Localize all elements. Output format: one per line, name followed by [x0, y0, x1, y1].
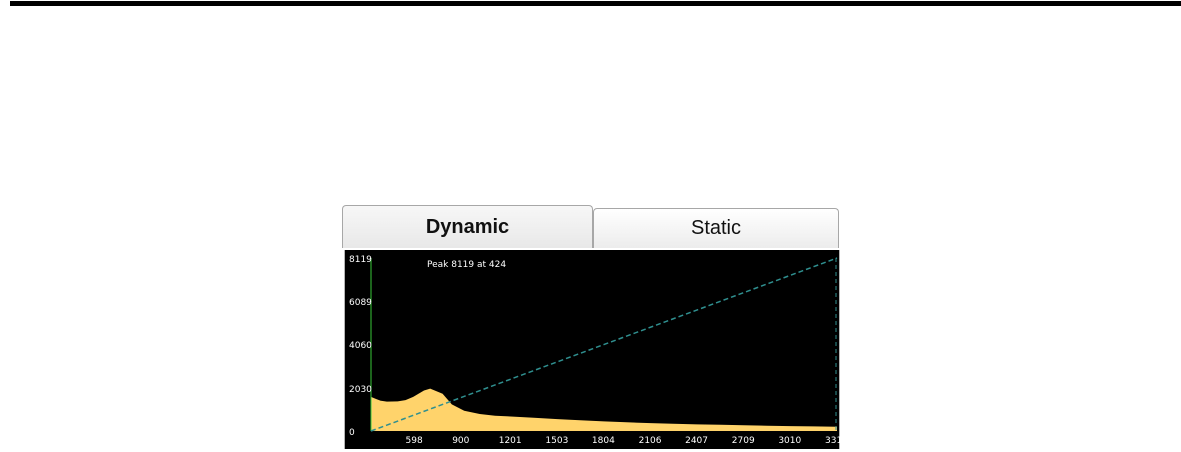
x-tick-label: 3312 — [825, 436, 848, 446]
x-tick-label: 900 — [452, 436, 470, 446]
x-tick-label: 598 — [405, 436, 423, 446]
top-divider — [10, 1, 1181, 6]
y-tick-label: 6089 — [349, 298, 372, 309]
histogram-plot: Peak 8119 at 424 8119 6089 4060 2030 0 598 900… — [344, 250, 848, 449]
x-tick-label: 1804 — [591, 436, 615, 446]
x-tick-label: 2106 — [638, 436, 662, 446]
peak-annotation: Peak 8119 at 424 — [427, 260, 507, 270]
histogram-panel: Dynamic Static Peak 8119 at 424 8119 6089… — [342, 205, 848, 451]
tab-dynamic-label: Dynamic — [425, 215, 510, 238]
x-tick-label: 1503 — [545, 436, 569, 446]
y-tick-label: 2030 — [349, 384, 372, 395]
x-tick-label: 1201 — [498, 436, 522, 446]
x-tick-label: 2709 — [731, 436, 755, 446]
histogram-svg — [370, 257, 838, 432]
tab-static-label: Static — [690, 217, 742, 239]
tab-dynamic[interactable]: Dynamic — [342, 205, 593, 248]
y-tick-label: 4060 — [349, 341, 372, 352]
tab-static[interactable]: Static — [593, 208, 839, 248]
y-tick-label: 8119 — [349, 255, 372, 265]
histogram-area — [371, 388, 837, 431]
transfer-curve-line — [370, 257, 838, 432]
y-tick-label: 0 — [349, 428, 355, 438]
x-tick-label: 2407 — [685, 436, 709, 446]
x-tick-label: 3010 — [778, 436, 802, 446]
